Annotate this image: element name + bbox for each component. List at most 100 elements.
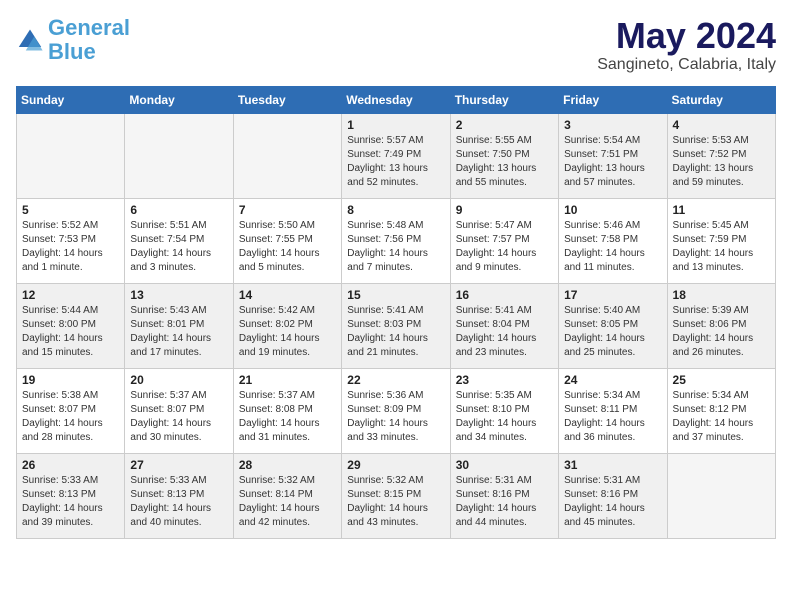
calendar-cell: 18 Sunrise: 5:39 AMSunset: 8:06 PMDayligh… bbox=[667, 283, 775, 368]
logo-icon bbox=[16, 26, 44, 54]
calendar-table: SundayMondayTuesdayWednesdayThursdayFrid… bbox=[16, 86, 776, 539]
col-header-thursday: Thursday bbox=[450, 86, 558, 113]
calendar-cell: 2 Sunrise: 5:55 AMSunset: 7:50 PMDaylight… bbox=[450, 113, 558, 198]
calendar-cell: 13 Sunrise: 5:43 AMSunset: 8:01 PMDayligh… bbox=[125, 283, 233, 368]
day-info: Sunrise: 5:32 AMSunset: 8:14 PMDaylight:… bbox=[239, 474, 336, 530]
day-number: 29 bbox=[347, 458, 444, 472]
day-info: Sunrise: 5:31 AMSunset: 8:16 PMDaylight:… bbox=[456, 474, 553, 530]
day-number: 12 bbox=[22, 288, 119, 302]
day-number: 30 bbox=[456, 458, 553, 472]
day-info: Sunrise: 5:55 AMSunset: 7:50 PMDaylight:… bbox=[456, 134, 553, 190]
calendar-cell bbox=[667, 453, 775, 538]
col-header-saturday: Saturday bbox=[667, 86, 775, 113]
calendar-cell: 12 Sunrise: 5:44 AMSunset: 8:00 PMDayligh… bbox=[17, 283, 125, 368]
day-number: 15 bbox=[347, 288, 444, 302]
page-header: General Blue May 2024 Sangineto, Calabri… bbox=[16, 16, 776, 74]
day-number: 11 bbox=[673, 203, 770, 217]
day-info: Sunrise: 5:43 AMSunset: 8:01 PMDaylight:… bbox=[130, 304, 227, 360]
day-number: 2 bbox=[456, 118, 553, 132]
day-info: Sunrise: 5:47 AMSunset: 7:57 PMDaylight:… bbox=[456, 219, 553, 275]
calendar-cell: 28 Sunrise: 5:32 AMSunset: 8:14 PMDayligh… bbox=[233, 453, 341, 538]
calendar-cell: 6 Sunrise: 5:51 AMSunset: 7:54 PMDaylight… bbox=[125, 198, 233, 283]
day-info: Sunrise: 5:32 AMSunset: 8:15 PMDaylight:… bbox=[347, 474, 444, 530]
day-number: 1 bbox=[347, 118, 444, 132]
day-number: 24 bbox=[564, 373, 661, 387]
calendar-cell: 30 Sunrise: 5:31 AMSunset: 8:16 PMDayligh… bbox=[450, 453, 558, 538]
day-number: 25 bbox=[673, 373, 770, 387]
calendar-cell: 11 Sunrise: 5:45 AMSunset: 7:59 PMDayligh… bbox=[667, 198, 775, 283]
day-info: Sunrise: 5:46 AMSunset: 7:58 PMDaylight:… bbox=[564, 219, 661, 275]
day-info: Sunrise: 5:41 AMSunset: 8:03 PMDaylight:… bbox=[347, 304, 444, 360]
calendar-cell: 27 Sunrise: 5:33 AMSunset: 8:13 PMDayligh… bbox=[125, 453, 233, 538]
day-info: Sunrise: 5:34 AMSunset: 8:12 PMDaylight:… bbox=[673, 389, 770, 445]
calendar-cell: 5 Sunrise: 5:52 AMSunset: 7:53 PMDaylight… bbox=[17, 198, 125, 283]
day-number: 19 bbox=[22, 373, 119, 387]
month-title: May 2024 bbox=[597, 16, 776, 56]
day-number: 28 bbox=[239, 458, 336, 472]
day-info: Sunrise: 5:40 AMSunset: 8:05 PMDaylight:… bbox=[564, 304, 661, 360]
calendar-cell bbox=[125, 113, 233, 198]
day-number: 6 bbox=[130, 203, 227, 217]
calendar-cell: 29 Sunrise: 5:32 AMSunset: 8:15 PMDayligh… bbox=[342, 453, 450, 538]
day-number: 22 bbox=[347, 373, 444, 387]
calendar-cell: 22 Sunrise: 5:36 AMSunset: 8:09 PMDayligh… bbox=[342, 368, 450, 453]
day-info: Sunrise: 5:45 AMSunset: 7:59 PMDaylight:… bbox=[673, 219, 770, 275]
calendar-cell: 9Sunrise: 5:47 AMSunset: 7:57 PMDaylight… bbox=[450, 198, 558, 283]
calendar-cell: 24Sunrise: 5:34 AMSunset: 8:11 PMDayligh… bbox=[559, 368, 667, 453]
day-info: Sunrise: 5:41 AMSunset: 8:04 PMDaylight:… bbox=[456, 304, 553, 360]
calendar-cell: 4 Sunrise: 5:53 AMSunset: 7:52 PMDaylight… bbox=[667, 113, 775, 198]
day-info: Sunrise: 5:39 AMSunset: 8:06 PMDaylight:… bbox=[673, 304, 770, 360]
calendar-cell: 26 Sunrise: 5:33 AMSunset: 8:13 PMDayligh… bbox=[17, 453, 125, 538]
day-number: 4 bbox=[673, 118, 770, 132]
day-info: Sunrise: 5:44 AMSunset: 8:00 PMDaylight:… bbox=[22, 304, 119, 360]
day-number: 18 bbox=[673, 288, 770, 302]
col-header-wednesday: Wednesday bbox=[342, 86, 450, 113]
day-number: 13 bbox=[130, 288, 227, 302]
day-info: Sunrise: 5:54 AMSunset: 7:51 PMDaylight:… bbox=[564, 134, 661, 190]
calendar-cell: 14Sunrise: 5:42 AMSunset: 8:02 PMDayligh… bbox=[233, 283, 341, 368]
day-info: Sunrise: 5:52 AMSunset: 7:53 PMDaylight:… bbox=[22, 219, 119, 275]
day-number: 31 bbox=[564, 458, 661, 472]
calendar-cell bbox=[17, 113, 125, 198]
logo-text: General Blue bbox=[48, 16, 130, 64]
calendar-cell: 10 Sunrise: 5:46 AMSunset: 7:58 PMDayligh… bbox=[559, 198, 667, 283]
day-number: 10 bbox=[564, 203, 661, 217]
calendar-cell: 19Sunrise: 5:38 AMSunset: 8:07 PMDayligh… bbox=[17, 368, 125, 453]
calendar-cell: 25 Sunrise: 5:34 AMSunset: 8:12 PMDayligh… bbox=[667, 368, 775, 453]
calendar-cell: 23 Sunrise: 5:35 AMSunset: 8:10 PMDayligh… bbox=[450, 368, 558, 453]
day-info: Sunrise: 5:37 AMSunset: 8:07 PMDaylight:… bbox=[130, 389, 227, 445]
logo: General Blue bbox=[16, 16, 130, 64]
day-info: Sunrise: 5:51 AMSunset: 7:54 PMDaylight:… bbox=[130, 219, 227, 275]
calendar-cell: 17 Sunrise: 5:40 AMSunset: 8:05 PMDayligh… bbox=[559, 283, 667, 368]
day-info: Sunrise: 5:33 AMSunset: 8:13 PMDaylight:… bbox=[130, 474, 227, 530]
day-number: 27 bbox=[130, 458, 227, 472]
day-info: Sunrise: 5:35 AMSunset: 8:10 PMDaylight:… bbox=[456, 389, 553, 445]
calendar-cell: 1 Sunrise: 5:57 AMSunset: 7:49 PMDaylight… bbox=[342, 113, 450, 198]
calendar-cell: 16Sunrise: 5:41 AMSunset: 8:04 PMDayligh… bbox=[450, 283, 558, 368]
day-number: 7 bbox=[239, 203, 336, 217]
day-number: 20 bbox=[130, 373, 227, 387]
col-header-tuesday: Tuesday bbox=[233, 86, 341, 113]
title-area: May 2024 Sangineto, Calabria, Italy bbox=[597, 16, 776, 74]
day-info: Sunrise: 5:31 AMSunset: 8:16 PMDaylight:… bbox=[564, 474, 661, 530]
day-number: 21 bbox=[239, 373, 336, 387]
day-info: Sunrise: 5:33 AMSunset: 8:13 PMDaylight:… bbox=[22, 474, 119, 530]
day-info: Sunrise: 5:37 AMSunset: 8:08 PMDaylight:… bbox=[239, 389, 336, 445]
day-info: Sunrise: 5:57 AMSunset: 7:49 PMDaylight:… bbox=[347, 134, 444, 190]
calendar-cell bbox=[233, 113, 341, 198]
day-info: Sunrise: 5:50 AMSunset: 7:55 PMDaylight:… bbox=[239, 219, 336, 275]
col-header-monday: Monday bbox=[125, 86, 233, 113]
day-info: Sunrise: 5:42 AMSunset: 8:02 PMDaylight:… bbox=[239, 304, 336, 360]
day-info: Sunrise: 5:36 AMSunset: 8:09 PMDaylight:… bbox=[347, 389, 444, 445]
day-number: 3 bbox=[564, 118, 661, 132]
calendar-cell: 7 Sunrise: 5:50 AMSunset: 7:55 PMDaylight… bbox=[233, 198, 341, 283]
col-header-friday: Friday bbox=[559, 86, 667, 113]
calendar-cell: 3 Sunrise: 5:54 AMSunset: 7:51 PMDaylight… bbox=[559, 113, 667, 198]
day-number: 5 bbox=[22, 203, 119, 217]
day-number: 8 bbox=[347, 203, 444, 217]
day-info: Sunrise: 5:53 AMSunset: 7:52 PMDaylight:… bbox=[673, 134, 770, 190]
location: Sangineto, Calabria, Italy bbox=[597, 56, 776, 74]
day-number: 23 bbox=[456, 373, 553, 387]
day-number: 26 bbox=[22, 458, 119, 472]
day-number: 17 bbox=[564, 288, 661, 302]
